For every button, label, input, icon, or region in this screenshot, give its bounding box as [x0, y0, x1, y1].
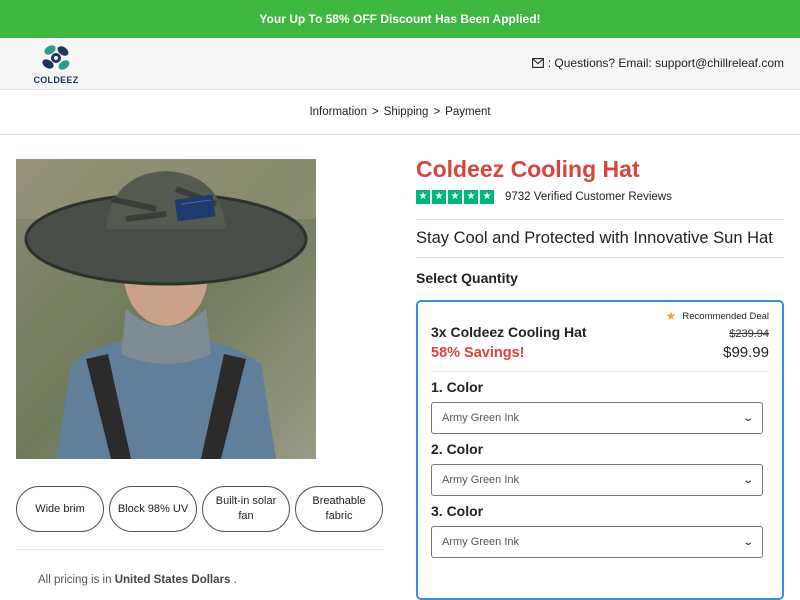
product-image[interactable] [16, 159, 316, 459]
star-icon: ★ [480, 190, 494, 204]
savings-text: 58% Savings! [431, 344, 525, 361]
chevron-down-icon: ⌄ [741, 536, 754, 548]
recommended-badge-text: Recommended Deal [682, 310, 769, 322]
pricing-note-suffix: . [233, 574, 237, 586]
color-select-value: Army Green Ink [442, 412, 520, 424]
product-photo [16, 159, 316, 459]
color-select-1[interactable]: Army Green Ink ⌄ [431, 402, 763, 434]
breadcrumb-separator: > [433, 106, 441, 118]
deal-name: 3x Coldeez Cooling Hat [431, 324, 587, 340]
pricing-note-currency: United States Dollars [114, 574, 231, 586]
color-select-3[interactable]: Army Green Ink ⌄ [431, 526, 763, 558]
star-icon: ★ [448, 190, 462, 204]
logo-text: COLDEEZ [33, 75, 79, 85]
feature-pill: Wide brim [16, 486, 104, 532]
breadcrumb: Information > Shipping > Payment [0, 90, 800, 135]
feature-pill: Built-in solar fan [202, 486, 290, 532]
contact-text[interactable]: : Questions? Email: support@chillreleaf.… [548, 56, 784, 70]
breadcrumb-information[interactable]: Information [309, 106, 367, 118]
star-icon: ★ [416, 190, 430, 204]
chevron-down-icon: ⌄ [741, 412, 754, 424]
feature-pills: Wide brim Block 98% UV Built-in solar fa… [16, 486, 384, 532]
review-count: 9732 Verified Customer Reviews [505, 191, 672, 203]
bundle-deal-card[interactable]: ★ Recommended Deal 3x Coldeez Cooling Ha… [416, 300, 784, 600]
color-label-3: 3. Color [431, 503, 484, 519]
recommended-badge: ★ Recommended Deal [666, 309, 769, 323]
contact-info: : Questions? Email: support@chillreleaf.… [531, 56, 784, 70]
discount-banner-text: Your Up To 58% OFF Discount Has Been App… [259, 12, 541, 26]
product-title: Coldeez Cooling Hat [416, 156, 640, 182]
color-select-2[interactable]: Army Green Ink ⌄ [431, 464, 763, 496]
deal-price: $99.99 [723, 344, 769, 361]
rating-stars: ★ ★ ★ ★ ★ [416, 190, 494, 204]
feature-pill: Block 98% UV [109, 486, 197, 532]
discount-banner: Your Up To 58% OFF Discount Has Been App… [0, 0, 800, 38]
product-details: Coldeez Cooling Hat ★ ★ ★ ★ ★ 9732 Verif… [416, 155, 784, 600]
color-label-1: 1. Color [431, 379, 484, 395]
color-select-value: Army Green Ink [442, 474, 520, 486]
star-icon: ★ [432, 190, 446, 204]
divider [431, 371, 769, 372]
logo-icon [42, 45, 70, 70]
pricing-note: All pricing is in United States Dollars … [38, 574, 384, 586]
color-label-2: 2. Color [431, 441, 484, 457]
select-quantity-heading: Select Quantity [416, 270, 518, 286]
logo[interactable]: COLDEEZ [33, 42, 79, 85]
breadcrumb-payment[interactable]: Payment [445, 106, 490, 118]
breadcrumb-shipping[interactable]: Shipping [384, 106, 429, 118]
review-summary[interactable]: ★ ★ ★ ★ ★ 9732 Verified Customer Reviews [416, 190, 784, 204]
chevron-down-icon: ⌄ [741, 474, 754, 486]
divider [416, 257, 784, 258]
divider [16, 549, 384, 550]
feature-pill: Breathable fabric [295, 486, 383, 532]
product-subtitle: Stay Cool and Protected with Innovative … [416, 229, 773, 247]
star-icon: ★ [464, 190, 478, 204]
star-icon: ★ [665, 309, 677, 323]
old-price: $239.94 [729, 328, 769, 340]
envelope-icon [531, 58, 544, 68]
pricing-note-prefix: All pricing is in [38, 574, 112, 586]
breadcrumb-separator: > [371, 106, 379, 118]
color-select-value: Army Green Ink [442, 536, 520, 548]
product-gallery: Wide brim Block 98% UV Built-in solar fa… [16, 159, 384, 586]
site-header: COLDEEZ : Questions? Email: support@chil… [0, 38, 800, 90]
